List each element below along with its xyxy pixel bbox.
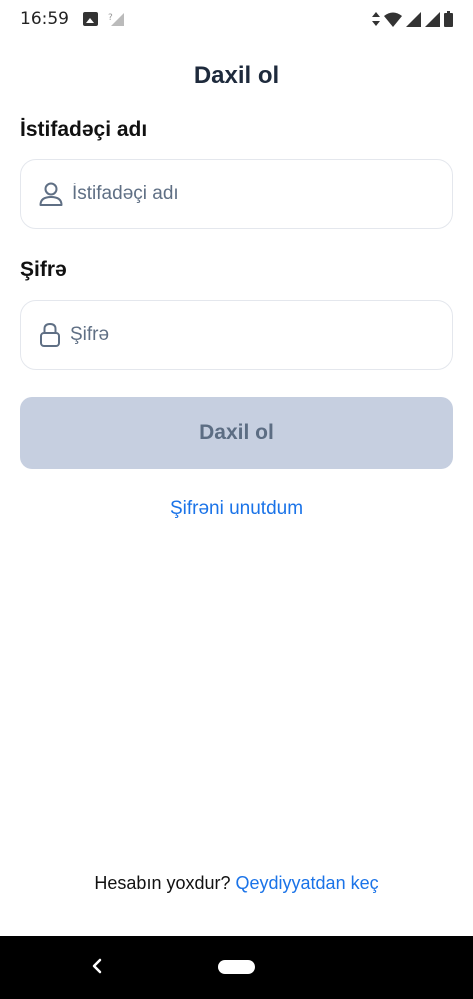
signup-prompt: Hesabın yoxdur? — [94, 873, 231, 893]
password-input[interactable] — [70, 315, 410, 355]
username-input[interactable] — [72, 174, 412, 214]
lock-icon — [40, 322, 60, 347]
wifi-icon — [384, 12, 402, 27]
username-field[interactable] — [20, 159, 453, 229]
password-field[interactable] — [20, 300, 453, 370]
password-label: Şifrə — [20, 258, 67, 281]
back-chevron-icon[interactable] — [88, 956, 108, 976]
signup-link[interactable]: Qeydiyyatdan keç — [236, 873, 379, 893]
svg-text:?: ? — [108, 13, 113, 23]
signal-icon — [406, 11, 421, 27]
no-sim-signal-icon: ? — [108, 13, 124, 26]
signup-row: Hesabın yoxdur? Qeydiyyatdan keç — [0, 873, 473, 894]
battery-icon — [444, 11, 453, 27]
data-arrows-icon — [372, 12, 380, 26]
image-notification-icon — [83, 12, 98, 26]
status-system-icons — [372, 11, 453, 27]
home-pill-button[interactable] — [218, 960, 255, 974]
user-icon — [39, 182, 63, 206]
status-time: 16:59 — [20, 9, 69, 29]
username-label: İstifadəçi adı — [20, 118, 148, 141]
status-bar: 16:59 ? — [0, 0, 473, 38]
status-notifications: ? — [83, 11, 126, 27]
navigation-bar — [0, 936, 473, 999]
forgot-password-link[interactable]: Şifrəni unutdum — [0, 498, 473, 520]
signal-secondary-icon — [425, 11, 440, 27]
login-button[interactable]: Daxil ol — [20, 397, 453, 469]
page-title: Daxil ol — [193, 62, 280, 89]
